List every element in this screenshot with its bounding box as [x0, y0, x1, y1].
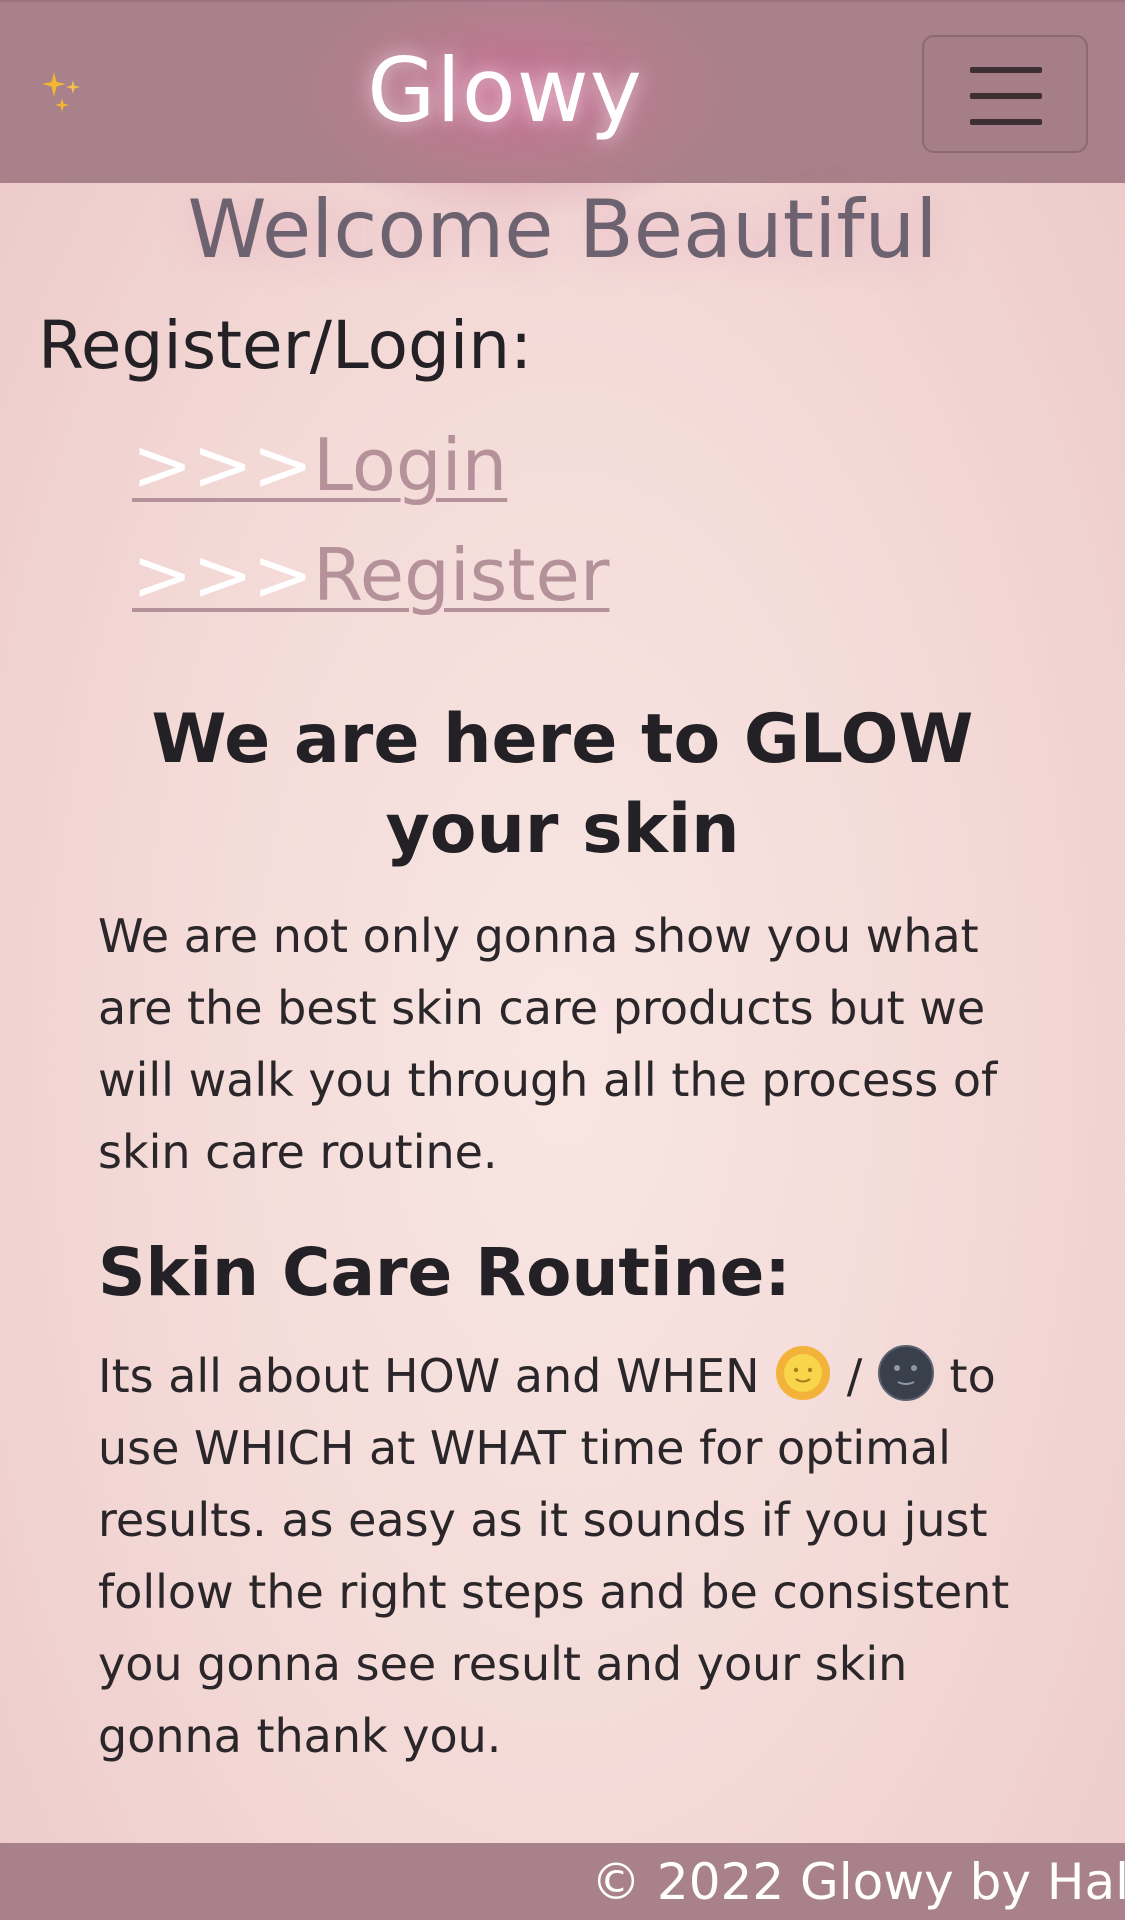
- register-login-heading: Register/Login:: [38, 307, 533, 384]
- routine-text-end: to use WHICH at WHAT time for optimal re…: [98, 1349, 1010, 1763]
- register-arrows: >>>: [132, 533, 313, 617]
- hamburger-menu-icon-bar: [970, 119, 1042, 125]
- brand-title[interactable]: Glowy: [0, 36, 1010, 146]
- login-arrows: >>>: [132, 423, 313, 507]
- register-link[interactable]: >>>Register: [132, 530, 609, 620]
- login-link[interactable]: >>>Login: [132, 420, 507, 510]
- navbar: Glowy: [0, 0, 1125, 222]
- hamburger-menu-icon-bar: [970, 93, 1042, 99]
- footer-copyright: © 2022 Glowy by Hal: [591, 1853, 1125, 1911]
- routine-text: Its all about HOW and WHEN / to use WHIC…: [98, 1340, 1048, 1772]
- glow-heading: We are here to GLOW your skin: [151, 700, 974, 869]
- intro-text: We are not only gonna show you what are …: [98, 909, 998, 1179]
- login-link-label: Login: [312, 423, 508, 507]
- welcome-heading: Welcome Beautiful: [187, 183, 938, 276]
- new-moon-face-icon: [877, 1345, 934, 1401]
- routine-text-start: Its all about HOW and WHEN: [98, 1349, 775, 1403]
- menu-toggle-button[interactable]: [922, 35, 1088, 153]
- register-link-label: Register: [312, 533, 610, 617]
- routine-heading: Skin Care Routine:: [98, 1234, 791, 1311]
- hamburger-menu-icon: [970, 67, 1042, 73]
- footer: © 2022 Glowy by Hal: [0, 1843, 1125, 1920]
- routine-separator: /: [832, 1349, 877, 1403]
- sun-face-icon: [776, 1346, 831, 1400]
